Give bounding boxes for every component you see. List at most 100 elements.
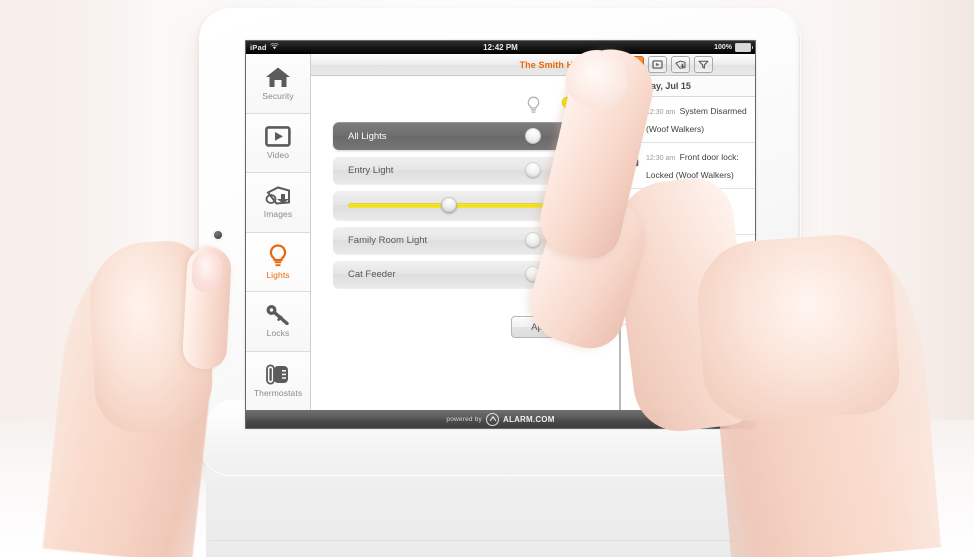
sidebar-item-label: Lights	[266, 269, 290, 280]
dimmer-slider[interactable]	[348, 197, 549, 213]
sidebar-item-label: Security	[262, 90, 294, 101]
sidebar-item-images[interactable]: Images	[246, 173, 310, 233]
sidebar-item-label: Thermostats	[253, 387, 303, 398]
light-row-label: Cat Feeder	[348, 268, 396, 280]
tablet-home-button[interactable]	[214, 231, 222, 239]
powered-by-label: powered by	[446, 415, 483, 423]
dimmer-row[interactable]: 50%	[333, 190, 597, 220]
sidebar-item-label: Video	[266, 149, 290, 160]
filter-video-button[interactable]	[648, 56, 667, 73]
check-icon: ✓	[562, 164, 572, 175]
check-icon: ✓	[562, 130, 572, 141]
check-icon: ✓	[562, 268, 572, 279]
check-icon: ✓	[562, 234, 572, 245]
status-bar-time: 12:42 PM	[483, 43, 518, 52]
dimmer-value-label: 50%	[564, 200, 583, 210]
radio-off[interactable]	[525, 162, 541, 178]
light-row-label: All Lights	[348, 130, 387, 142]
home-name-label: The Smith Home	[519, 59, 592, 70]
app-footer: powered by ALARM.COM	[246, 410, 755, 428]
battery-full-icon	[735, 43, 753, 52]
key-icon	[265, 304, 291, 326]
activity-item[interactable]: 12:30 am Successful Website Login (Smith…	[621, 189, 755, 235]
play-icon	[265, 125, 291, 147]
activity-item-time: 12:30 am	[646, 277, 676, 284]
filter-images-button[interactable]	[671, 56, 690, 73]
lightbulb-icon	[268, 244, 288, 267]
sidebar-item-video[interactable]: Video	[246, 113, 310, 173]
activity-item-text: 12:30 am Front door lock: Locked (Woof W…	[646, 147, 751, 183]
activity-item[interactable]: 12:30 am Upstairs (Sensor)	[621, 235, 755, 265]
alarm-com-brand-label: ALARM.COM	[503, 414, 555, 424]
alarm-app: Security Video Images Lights Locks Therm…	[246, 54, 755, 428]
activity-list[interactable]: 12:30 am System Disarmed (Woof Walkers)	[621, 97, 755, 410]
sidebar-item-lights[interactable]: Lights	[246, 232, 310, 292]
activity-item-text: 12:30 am Successful Website Login (Smith…	[646, 193, 751, 229]
ios-status-bar: iPad 12:42 PM 100%	[246, 41, 755, 54]
radio-on[interactable]: ✓	[559, 128, 575, 144]
radio-off[interactable]	[525, 128, 541, 144]
apply-row: Apply	[333, 288, 597, 338]
lights-column-headers	[333, 86, 597, 116]
login-icon	[627, 193, 641, 229]
apply-button[interactable]: Apply	[511, 316, 575, 338]
activity-item[interactable]: 12:30 am System Disarmed (Woof Walkers)	[621, 97, 755, 143]
light-row-radios: ✓	[525, 128, 583, 144]
light-row-label: Entry Light	[348, 164, 394, 176]
radio-on[interactable]: ✓	[559, 162, 575, 178]
activity-toolbar: All	[621, 54, 755, 76]
dimmer-slider-knob[interactable]	[440, 197, 457, 213]
home-icon	[265, 66, 291, 88]
alarm-com-logo-icon	[486, 412, 500, 426]
sidebar-item-thermostats[interactable]: Thermostats	[246, 351, 310, 410]
app-body: Security Video Images Lights Locks Therm…	[246, 54, 755, 410]
activity-item-time: 12:30 am	[646, 247, 676, 254]
activity-item-time: 12:30 am	[646, 307, 676, 314]
tablet-seam	[209, 540, 789, 541]
light-row-radios: ✓	[525, 266, 583, 282]
activity-item[interactable]: 12:30 am Door	[621, 265, 755, 295]
thermostat-icon	[265, 364, 291, 385]
refresh-icon[interactable]	[597, 56, 614, 73]
sidebar-item-locks[interactable]: Locks	[246, 292, 310, 352]
radio-on[interactable]: ✓	[559, 232, 575, 248]
activity-item[interactable]: 12:30 am Front door lock: Locked (Woof W…	[621, 143, 755, 189]
radio-off[interactable]	[525, 232, 541, 248]
unlocked-icon	[627, 101, 641, 137]
screenshot-stage: iPad 12:42 PM 100% Security Video Images…	[0, 0, 974, 557]
sidebar-item-label: Locks	[266, 328, 290, 339]
light-row-all-lights[interactable]: All Lights ✓	[333, 122, 597, 150]
activity-item-text: 12:30 am Door	[646, 269, 751, 289]
activity-item-time: 12:30 am	[646, 155, 676, 162]
activity-item-desc: Upstairs (Sensor)	[679, 244, 746, 254]
sidebar-item-security[interactable]: Security	[246, 54, 310, 114]
activity-item-time: 12:30 am	[646, 109, 676, 116]
lightbulb-on-icon	[559, 96, 575, 116]
sensor-icon	[627, 239, 641, 259]
battery-percent-label: 100%	[714, 44, 732, 51]
activity-item[interactable]: 12:30 am Armed	[621, 295, 755, 325]
activity-item-desc: Armed	[679, 304, 705, 314]
lightbulb-off-icon	[525, 96, 541, 116]
activity-item-text: 12:30 am System Disarmed (Woof Walkers)	[646, 101, 751, 137]
camera-icon	[265, 185, 291, 206]
light-row-cat-feeder[interactable]: Cat Feeder ✓	[333, 260, 597, 288]
tablet-screen: iPad 12:42 PM 100% Security Video Images…	[246, 41, 755, 428]
light-row-radios: ✓	[525, 162, 583, 178]
light-row-entry-light[interactable]: Entry Light ✓	[333, 156, 597, 184]
light-row-label: Family Room Light	[348, 234, 428, 246]
filter-all-button[interactable]: All	[625, 56, 644, 73]
lock-icon	[627, 147, 641, 183]
radio-on[interactable]: ✓	[559, 266, 575, 282]
status-bar-right: 100%	[714, 41, 753, 54]
activity-item-text: 12:30 am Upstairs (Sensor)	[646, 239, 751, 259]
activity-date-header: Monday, Jul 15	[621, 76, 755, 97]
lights-list-area: All Lights ✓ Entry Light ✓ 50% Family Ro…	[311, 76, 619, 410]
radio-off[interactable]	[525, 266, 541, 282]
filter-funnel-button[interactable]	[694, 56, 713, 73]
sidebar-item-label: Images	[263, 209, 293, 220]
activity-item-desc: Door	[679, 274, 699, 284]
activity-item-text: 12:30 am Armed	[646, 299, 751, 319]
lights-panel: The Smith Home All Lights ✓ Entry Light …	[311, 54, 620, 410]
light-row-family-room-light[interactable]: Family Room Light ✓	[333, 226, 597, 254]
